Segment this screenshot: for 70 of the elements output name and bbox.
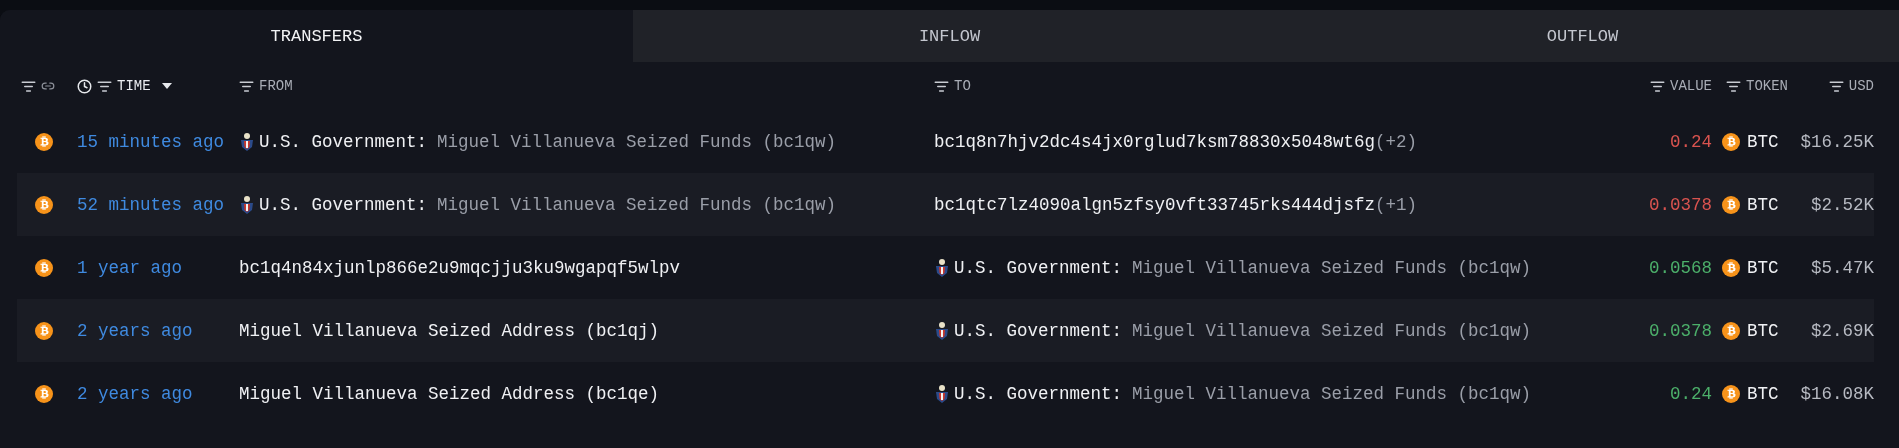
entity-label[interactable]: Miguel Villanueva Seized Funds (bc1qw) xyxy=(437,194,837,215)
token-name[interactable]: BTC xyxy=(1747,257,1779,278)
column-header[interactable]: FROM xyxy=(259,78,293,94)
time-link[interactable]: 2 years ago xyxy=(77,320,193,341)
filter-icon[interactable] xyxy=(97,78,112,94)
bitcoin-icon xyxy=(1722,384,1740,403)
extra-count: (+1) xyxy=(1375,194,1418,215)
entity-name[interactable]: U.S. Government: xyxy=(259,194,428,215)
sort-caret-icon[interactable] xyxy=(161,83,172,89)
address-link[interactable]: Miguel Villanueva Seized Address (bc1qe) xyxy=(239,383,660,404)
address-link[interactable]: bc1qtc7lz4090algn5zfsy0vft33745rks444djsfz xyxy=(934,194,1376,215)
seal-icon xyxy=(239,194,255,215)
token-name[interactable]: BTC xyxy=(1747,320,1779,341)
seal-icon xyxy=(934,320,950,341)
bitcoin-icon xyxy=(1722,258,1740,277)
value-amount: 0.24 xyxy=(1670,383,1712,404)
bitcoin-icon xyxy=(35,132,53,151)
address-link[interactable]: bc1q4n84xjunlp866e2u9mqcjju3ku9wgapqf5wlpv xyxy=(239,257,681,278)
value-amount: 0.0378 xyxy=(1649,320,1712,341)
column-header[interactable]: TIME xyxy=(117,78,151,94)
filter-icon[interactable] xyxy=(934,78,949,94)
usd-amount: $16.25K xyxy=(1800,131,1874,152)
bitcoin-icon xyxy=(35,384,53,403)
bitcoin-icon xyxy=(35,321,53,340)
usd-amount: $2.69K xyxy=(1811,320,1874,341)
entity-name[interactable]: U.S. Government: xyxy=(954,320,1123,341)
token-name[interactable]: BTC xyxy=(1747,383,1779,404)
entity-name[interactable]: U.S. Government: xyxy=(259,131,428,152)
entity-name[interactable]: U.S. Government: xyxy=(954,383,1123,404)
entity-label[interactable]: Miguel Villanueva Seized Funds (bc1qw) xyxy=(437,131,837,152)
link-icon[interactable] xyxy=(41,79,55,93)
filter-icon[interactable] xyxy=(1650,78,1665,94)
time-link[interactable]: 15 minutes ago xyxy=(77,131,225,152)
value-amount: 0.0378 xyxy=(1649,194,1712,215)
usd-amount: $5.47K xyxy=(1811,257,1874,278)
filter-icon[interactable] xyxy=(1828,78,1844,94)
entity-label[interactable]: Miguel Villanueva Seized Funds (bc1qw) xyxy=(1132,383,1532,404)
column-header[interactable]: TOKEN xyxy=(1746,78,1788,94)
column-header[interactable]: USD xyxy=(1848,78,1874,94)
bitcoin-icon xyxy=(35,258,53,277)
entity-name[interactable]: U.S. Government: xyxy=(954,257,1123,278)
bitcoin-icon xyxy=(1722,132,1740,151)
bitcoin-icon xyxy=(1722,321,1740,340)
seal-icon xyxy=(934,383,950,404)
usd-amount: $16.08K xyxy=(1800,383,1874,404)
time-link[interactable]: 52 minutes ago xyxy=(77,194,225,215)
filter-icon[interactable] xyxy=(239,78,254,94)
seal-icon xyxy=(934,257,950,278)
address-link[interactable]: Miguel Villanueva Seized Address (bc1qj) xyxy=(239,320,660,341)
clock-icon[interactable] xyxy=(77,78,92,94)
token-name[interactable]: BTC xyxy=(1747,194,1779,215)
filter-icon[interactable] xyxy=(21,78,36,94)
time-link[interactable]: 1 year ago xyxy=(77,257,183,278)
address-link[interactable]: bc1q8n7hjv2dc4s4jx0rglud7ksm78830x5048wt6g xyxy=(934,131,1376,152)
filter-icon[interactable] xyxy=(1726,78,1741,94)
bitcoin-icon xyxy=(1722,195,1740,214)
token-name[interactable]: BTC xyxy=(1747,131,1779,152)
tab[interactable]: INFLOW xyxy=(633,10,1266,62)
column-header[interactable]: VALUE xyxy=(1670,78,1712,94)
value-amount: 0.24 xyxy=(1670,131,1712,152)
entity-label[interactable]: Miguel Villanueva Seized Funds (bc1qw) xyxy=(1132,257,1532,278)
seal-icon xyxy=(239,131,255,152)
bitcoin-icon xyxy=(35,195,53,214)
value-amount: 0.0568 xyxy=(1649,257,1712,278)
usd-amount: $2.52K xyxy=(1811,194,1874,215)
column-header[interactable]: TO xyxy=(954,78,971,94)
tab[interactable]: OUTFLOW xyxy=(1266,10,1899,62)
extra-count: (+2) xyxy=(1375,131,1418,152)
time-link[interactable]: 2 years ago xyxy=(77,383,193,404)
entity-label[interactable]: Miguel Villanueva Seized Funds (bc1qw) xyxy=(1132,320,1532,341)
